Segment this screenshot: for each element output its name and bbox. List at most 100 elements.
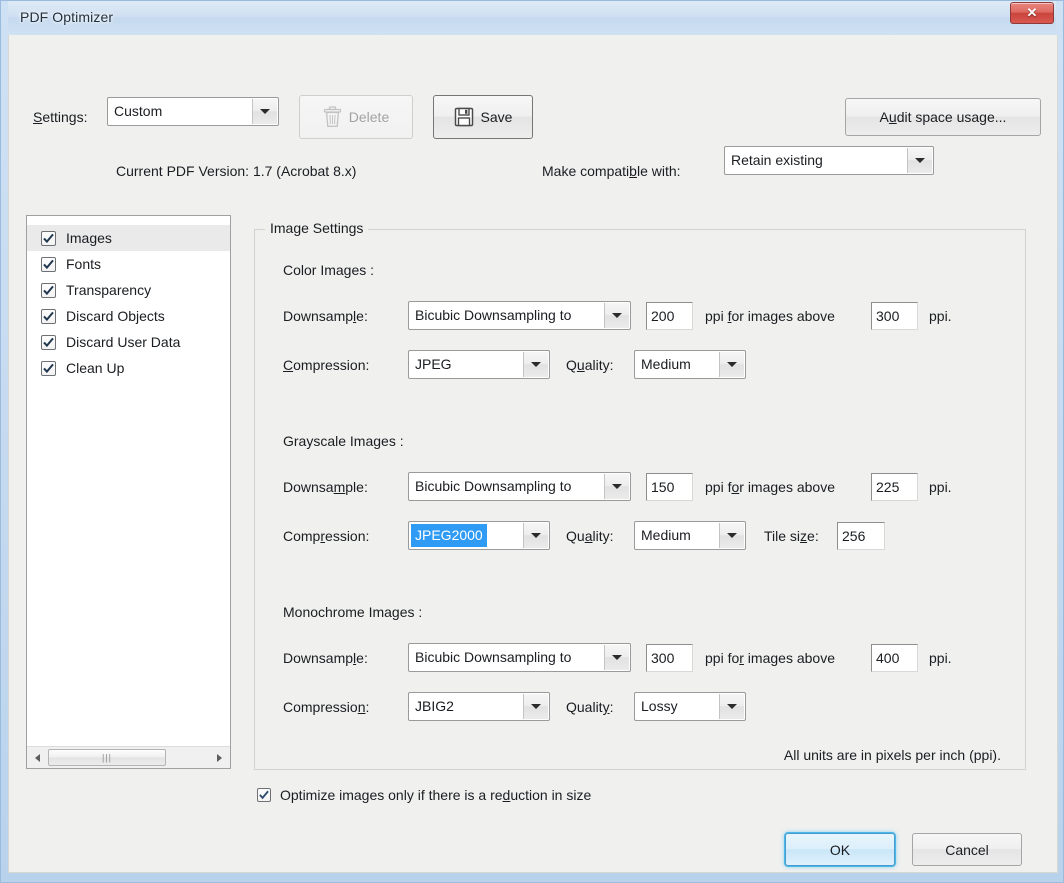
chevron-down-icon [604,303,629,328]
sidebar-item-label: Discard User Data [66,334,181,350]
grayscale-downsample-method-combo[interactable]: Bicubic Downsampling to [408,472,631,501]
monochrome-downsample-label: Downsample: [283,650,368,666]
monochrome-downsample-method-combo[interactable]: Bicubic Downsampling to [408,643,631,672]
floppy-disk-icon [454,107,474,127]
save-button-label: Save [480,109,513,125]
monochrome-ppi-suffix-label: ppi. [929,650,952,666]
grayscale-threshold-ppi-input[interactable] [871,473,918,501]
make-compatible-value: Retain existing [731,152,823,168]
monochrome-threshold-ppi-input[interactable] [871,644,918,672]
chevron-down-icon [719,352,744,377]
scroll-right-arrow-icon[interactable] [209,747,230,768]
sidebar-item-label: Clean Up [66,360,125,376]
chevron-down-icon [719,523,744,548]
monochrome-compression-label: Compression: [283,699,370,715]
save-button[interactable]: Save [433,95,533,139]
window-title: PDF Optimizer [20,9,114,25]
sidebar-item-fonts[interactable]: Fonts [27,251,230,277]
grayscale-quality-value: Medium [641,527,691,543]
grayscale-ppi-suffix-label: ppi. [929,479,952,495]
list-horizontal-scrollbar[interactable]: ||| [27,746,230,768]
color-compression-label: Compression: Compression: [283,357,370,373]
color-quality-combo[interactable]: Medium [634,350,746,379]
grayscale-downsample-method-value: Bicubic Downsampling to [415,478,572,494]
grayscale-tile-size-label: Tile size: Tile size: [764,528,819,544]
grayscale-quality-label: Quality: [566,528,614,544]
color-images-section-title: Color Images : [283,262,375,278]
color-threshold-ppi-input[interactable] [871,302,918,330]
checkbox-images[interactable] [41,230,56,246]
monochrome-downsample-ppi-input[interactable] [646,644,693,672]
checkbox-discard-user-data[interactable] [41,334,56,350]
scrollbar-track[interactable]: ||| [48,747,209,768]
audit-space-usage-button[interactable]: Audit space usage... Audit space usage..… [845,98,1041,136]
grayscale-compression-label: Compression: [283,528,370,544]
sidebar-item-label: Fonts [66,256,102,272]
sidebar-item-images[interactable]: Images [27,225,230,251]
grayscale-downsample-label: Downsample: [283,479,368,495]
sidebar-item-transparency[interactable]: Transparency [27,277,230,303]
sidebar-item-label: Transparency [66,282,152,298]
settings-preset-combo[interactable]: Custom [107,97,279,126]
optimize-images-label: Optimize images only if there is a reduc… [280,787,592,803]
checkbox-discard-objects[interactable] [41,308,56,324]
ok-button[interactable]: OK [785,833,895,866]
optimize-images-option[interactable]: Optimize images only if there is a reduc… [257,787,591,803]
chevron-down-icon [252,99,277,124]
monochrome-compression-combo[interactable]: JBIG2 [408,692,550,721]
audit-space-usage-label: Audit space usage... [879,109,1007,125]
settings-label: SSettings:ettings: [33,109,88,125]
grayscale-tile-size-input[interactable] [837,522,885,550]
chevron-down-icon [719,694,744,719]
make-compatible-combo[interactable]: Retain existing [724,146,934,175]
color-compression-combo[interactable]: JPEG [408,350,550,379]
pdf-optimizer-window: PDF Optimizer ✕ SSettings:ettings: Custo… [0,0,1064,883]
monochrome-images-section-title: Monochrome Images : [283,604,423,620]
sidebar-item-label: Images [66,230,112,246]
sidebar-item-discard-objects[interactable]: Discard Objects [27,303,230,329]
current-pdf-version-label: Current PDF Version: 1.7 (Acrobat 8.x) [116,163,357,179]
delete-button-label: Delete [348,109,390,125]
color-compression-value: JPEG [415,356,452,372]
color-ppi-suffix-label: ppi. [929,308,952,324]
monochrome-quality-combo[interactable]: Lossy [634,692,746,721]
color-downsample-method-value: Bicubic Downsampling to [415,307,572,323]
trash-icon [323,106,342,128]
color-downsample-label: Downsample: Downsample: [283,308,368,324]
grayscale-compression-combo[interactable]: JPEG2000 [408,521,550,550]
monochrome-quality-value: Lossy [641,698,678,714]
settings-category-list[interactable]: Images Fonts Transparency Discard Object… [26,215,231,769]
checkbox-transparency[interactable] [41,282,56,298]
image-settings-title: Image Settings [265,220,369,236]
settings-category-list-items: Images Fonts Transparency Discard Object… [27,216,230,381]
grayscale-downsample-ppi-input[interactable] [646,473,693,501]
chevron-down-icon [523,523,548,548]
grayscale-compression-value: JPEG2000 [411,524,487,547]
chevron-down-icon [523,352,548,377]
close-button[interactable]: ✕ [1010,2,1054,24]
sidebar-item-clean-up[interactable]: Clean Up [27,355,230,381]
sidebar-item-discard-user-data[interactable]: Discard User Data [27,329,230,355]
settings-preset-value: Custom [114,103,163,119]
monochrome-compression-value: JBIG2 [415,698,454,714]
scroll-left-arrow-icon[interactable] [27,747,48,768]
delete-button[interactable]: Delete [299,95,413,139]
scrollbar-grip-icon: ||| [101,752,113,762]
color-quality-value: Medium [641,356,691,372]
cancel-button-label: Cancel [945,841,989,858]
checkbox-optimize-images[interactable] [257,788,271,802]
checkbox-clean-up[interactable] [41,360,56,376]
color-quality-label: Quality: Quality: [566,357,614,373]
scrollbar-thumb[interactable]: ||| [48,749,166,766]
checkbox-fonts[interactable] [41,256,56,272]
monochrome-downsample-method-value: Bicubic Downsampling to [415,649,572,665]
color-downsample-ppi-input[interactable] [646,302,693,330]
chevron-down-icon [604,645,629,670]
chevron-down-icon [523,694,548,719]
grayscale-quality-combo[interactable]: Medium [634,521,746,550]
chevron-down-icon [604,474,629,499]
color-downsample-method-combo[interactable]: Bicubic Downsampling to [408,301,631,330]
monochrome-quality-label: Quality: [566,699,614,715]
sidebar-item-label: Discard Objects [66,308,165,324]
cancel-button[interactable]: Cancel [912,833,1022,866]
